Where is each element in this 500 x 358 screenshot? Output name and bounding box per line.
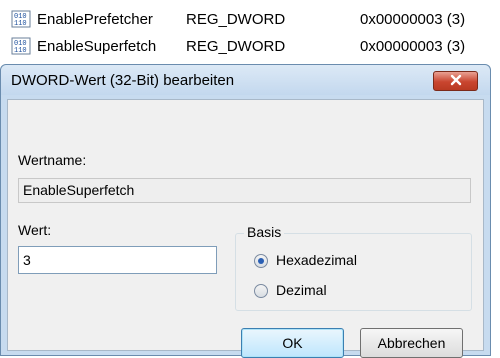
registry-row[interactable]: 010 110 EnableSuperfetch REG_DWORD 0x000… — [0, 35, 500, 57]
registry-value-name: EnableSuperfetch — [37, 37, 157, 55]
registry-value-data: 0x00000003 (3) — [360, 10, 466, 28]
close-button[interactable] — [433, 71, 478, 91]
registry-row[interactable]: 010 110 EnablePrefetcher REG_DWORD 0x000… — [0, 8, 500, 30]
dword-value-icon: 010 110 — [10, 10, 32, 28]
decimal-label[interactable]: Dezimal — [276, 282, 327, 298]
base-group-title: Basis — [244, 224, 285, 240]
close-icon — [450, 73, 462, 89]
value-name-field[interactable]: EnableSuperfetch — [18, 178, 471, 203]
dword-value-icon: 010 110 — [10, 37, 32, 55]
cancel-button[interactable]: Abbrechen — [360, 328, 463, 358]
ok-button[interactable]: OK — [241, 328, 344, 358]
dialog-content: Wertname: EnableSuperfetch Wert: 3 Basis… — [7, 99, 484, 358]
svg-text:110: 110 — [14, 47, 27, 55]
hexadecimal-label[interactable]: Hexadezimal — [276, 252, 357, 268]
decimal-radio[interactable] — [254, 284, 268, 298]
edit-dword-dialog: DWORD-Wert (32-Bit) bearbeiten Wertname:… — [0, 64, 491, 358]
base-groupbox: Basis Hexadezimal Dezimal — [235, 224, 472, 311]
registry-value-data: 0x00000003 (3) — [360, 37, 466, 55]
hexadecimal-radio[interactable] — [254, 254, 268, 268]
ok-button-label: OK — [282, 335, 303, 351]
registry-value-type: REG_DWORD — [186, 10, 286, 28]
value-data-label: Wert: — [18, 222, 52, 238]
dialog-titlebar[interactable]: DWORD-Wert (32-Bit) bearbeiten — [1, 65, 490, 95]
cancel-button-label: Abbrechen — [377, 335, 446, 351]
registry-value-type: REG_DWORD — [186, 37, 286, 55]
value-data-input[interactable]: 3 — [18, 246, 217, 274]
value-name-label: Wertname: — [18, 152, 87, 168]
svg-text:110: 110 — [14, 20, 27, 28]
registry-value-name: EnablePrefetcher — [37, 10, 153, 28]
dialog-title: DWORD-Wert (32-Bit) bearbeiten — [11, 72, 235, 89]
